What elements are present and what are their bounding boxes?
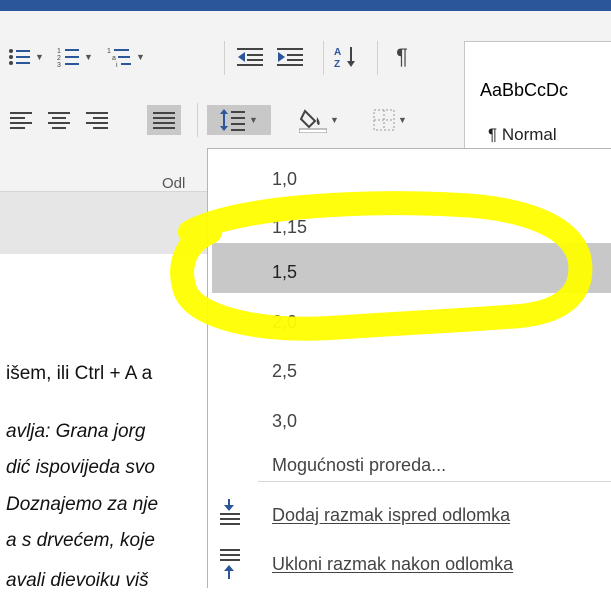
decrease-indent-button[interactable] — [232, 42, 268, 72]
menu-item-remove-space-after[interactable]: Ukloni razmak nakon odlomka — [272, 554, 513, 575]
line-spacing-dropdown: 1,0 1,15 1,5 2,0 2,5 3,0 Mogućnosti pror… — [207, 148, 611, 588]
chevron-down-icon[interactable]: ▼ — [330, 115, 339, 125]
chevron-down-icon[interactable]: ▼ — [136, 52, 145, 62]
divider — [323, 41, 324, 75]
svg-text:1: 1 — [107, 48, 111, 55]
menu-item-spacing-2-0[interactable]: 2,0 — [272, 312, 297, 333]
sort-button[interactable]: A Z — [330, 42, 364, 72]
align-left-button[interactable] — [4, 105, 38, 135]
align-center-button[interactable] — [42, 105, 76, 135]
document-line: išem, ili Ctrl + A a — [6, 363, 153, 384]
svg-text:A: A — [334, 47, 341, 58]
menu-item-spacing-1-0[interactable]: 1,0 — [272, 169, 297, 190]
svg-text:2: 2 — [57, 55, 61, 62]
align-right-button[interactable] — [80, 105, 114, 135]
svg-text:1: 1 — [57, 48, 61, 55]
pilcrow-icon: ¶ — [396, 44, 408, 69]
numbering-icon: 1 2 3 — [57, 48, 80, 68]
decrease-indent-icon — [237, 48, 263, 66]
document-line: dić ispovijeda svo — [6, 457, 155, 478]
increase-indent-icon — [277, 48, 303, 66]
shading-button[interactable]: ▼ — [292, 105, 346, 135]
svg-text:Z: Z — [334, 59, 340, 69]
chevron-down-icon[interactable]: ▼ — [249, 115, 258, 125]
align-left-icon — [10, 112, 32, 129]
add-space-before-icon — [220, 499, 240, 525]
chevron-down-icon[interactable]: ▼ — [398, 115, 407, 125]
menu-item-add-space-before[interactable]: Dodaj razmak ispred odlomka — [272, 505, 510, 526]
show-formatting-button[interactable]: ¶ — [384, 42, 420, 72]
menu-item-spacing-2-5[interactable]: 2,5 — [272, 361, 297, 382]
divider — [377, 41, 378, 75]
chevron-down-icon[interactable]: ▼ — [84, 52, 93, 62]
line-spacing-icon — [220, 109, 246, 131]
paint-bucket-icon — [299, 109, 328, 133]
menu-item-line-spacing-options[interactable]: Mogućnosti proreda... — [272, 455, 446, 476]
document-line: avali dievoiku viš — [6, 570, 149, 591]
borders-icon — [373, 109, 395, 131]
justify-icon — [153, 112, 175, 129]
divider — [197, 103, 198, 137]
multilevel-list-icon: 1 a i — [107, 48, 132, 68]
chevron-down-icon[interactable]: ▼ — [35, 52, 44, 62]
style-preview: AaBbCcDc — [480, 80, 569, 100]
document-line: a s drvećem, koje — [6, 530, 155, 551]
align-right-icon — [86, 112, 108, 129]
bullets-button[interactable]: ▼ — [4, 42, 48, 72]
title-bar-accent — [0, 0, 611, 11]
numbering-button[interactable]: 1 2 3 ▼ — [52, 42, 98, 72]
paragraph-group-label: Odl — [162, 175, 186, 192]
menu-item-spacing-3-0[interactable]: 3,0 — [272, 411, 297, 432]
increase-indent-button[interactable] — [272, 42, 308, 72]
menu-item-spacing-1-15[interactable]: 1,15 — [272, 217, 307, 238]
divider — [224, 41, 225, 75]
svg-text:i: i — [116, 62, 118, 68]
style-normal[interactable]: AaBbCcDc ¶ Normal — [464, 41, 611, 163]
style-name: ¶ Normal — [488, 125, 557, 144]
justify-button[interactable] — [147, 105, 181, 135]
svg-text:3: 3 — [57, 62, 61, 68]
borders-button[interactable]: ▼ — [362, 105, 418, 135]
document-line: avlja: Grana jorg — [6, 421, 146, 442]
svg-text:a: a — [112, 55, 116, 62]
sort-icon: A Z — [334, 47, 355, 69]
bullets-icon — [9, 49, 31, 65]
line-spacing-button[interactable]: ▼ — [207, 105, 271, 135]
multilevel-list-button[interactable]: 1 a i ▼ — [102, 42, 150, 72]
remove-space-after-icon — [220, 549, 240, 579]
menu-separator — [258, 481, 611, 482]
document-line: Doznajemo za nje — [6, 494, 159, 515]
align-center-icon — [48, 112, 70, 129]
menu-item-spacing-1-5[interactable]: 1,5 — [272, 262, 297, 283]
